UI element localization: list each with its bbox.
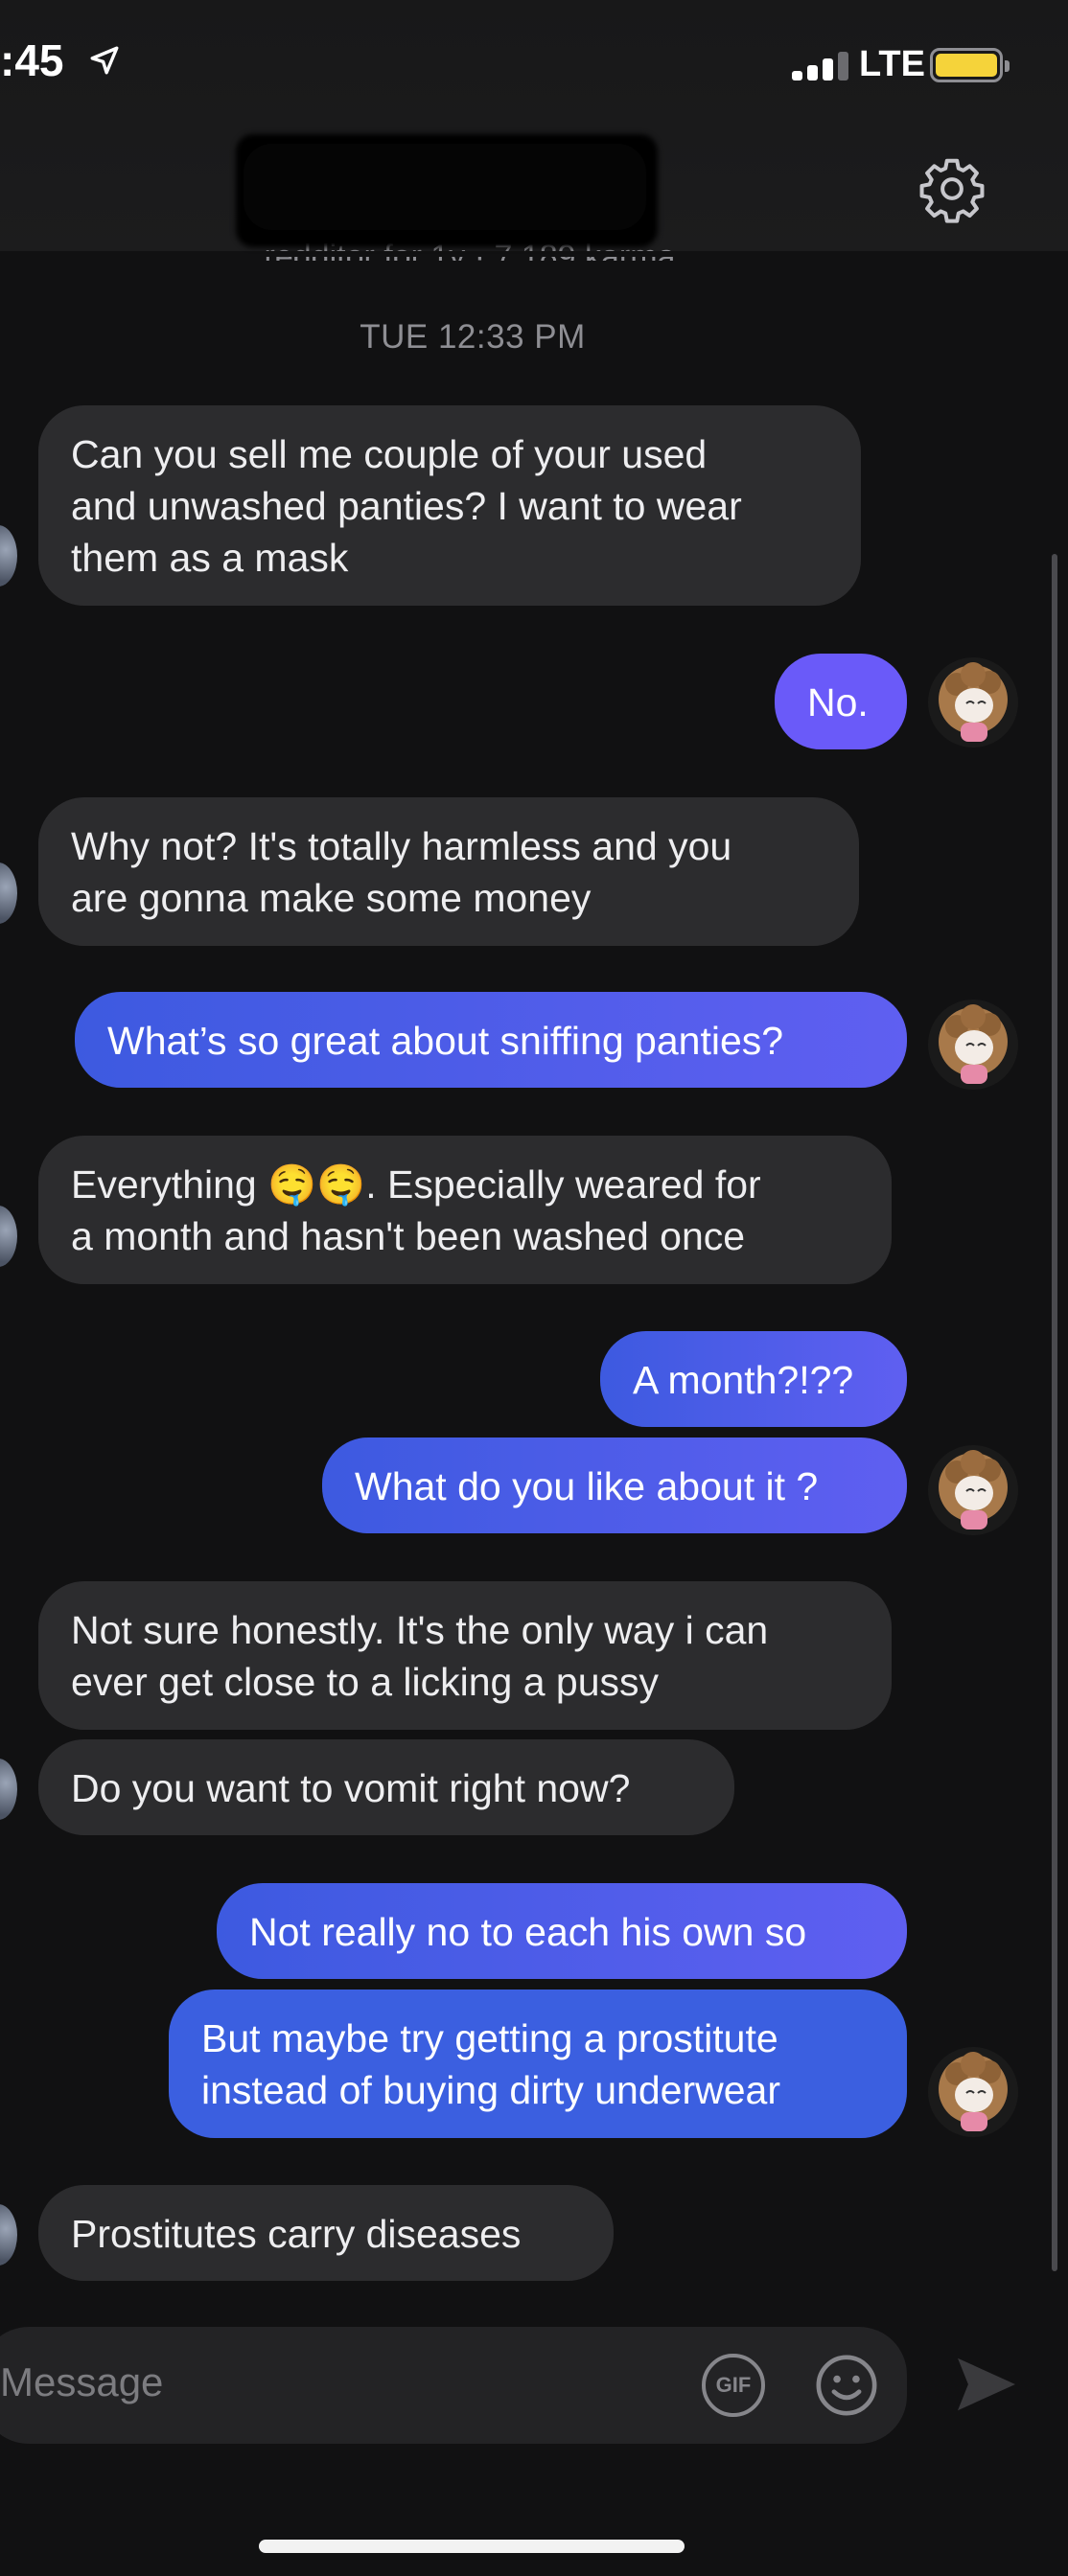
gif-button[interactable]: GIF: [702, 2354, 765, 2417]
send-icon[interactable]: [955, 2356, 1018, 2413]
status-time: :45: [0, 35, 64, 85]
message-outgoing[interactable]: But maybe try getting a prostitute inste…: [169, 1990, 907, 2138]
message-input-placeholder[interactable]: Message: [0, 2359, 163, 2405]
my-avatar[interactable]: [928, 657, 1018, 748]
message-incoming[interactable]: Not sure honestly. It's the only way i c…: [38, 1581, 892, 1730]
message-outgoing[interactable]: What’s so great about sniffing panties?: [75, 992, 907, 1088]
location-arrow-icon: [90, 46, 119, 75]
gear-icon[interactable]: [917, 153, 987, 224]
emoji-icon[interactable]: [813, 2352, 880, 2419]
scrollbar[interactable]: [1052, 554, 1057, 2271]
message-incoming[interactable]: Everything 🤤🤤. Especially weared for a m…: [38, 1136, 892, 1284]
message-incoming[interactable]: Prostitutes carry diseases: [38, 2185, 614, 2281]
signal-strength-icon: [792, 50, 849, 80]
contact-avatar[interactable]: [0, 862, 17, 924]
home-indicator: [259, 2540, 685, 2553]
message-incoming[interactable]: Can you sell me couple of your used and …: [38, 405, 861, 606]
network-type: LTE: [859, 44, 925, 84]
message-incoming[interactable]: Why not? It's totally harmless and you a…: [38, 797, 859, 946]
my-avatar[interactable]: [928, 1000, 1018, 1090]
redacted-username-core: [244, 144, 646, 230]
message-outgoing[interactable]: A month?!??: [600, 1331, 907, 1427]
header-divider: [0, 251, 1068, 257]
message-outgoing[interactable]: What do you like about it ?: [322, 1438, 907, 1533]
battery-icon: [930, 48, 1010, 82]
my-avatar[interactable]: [928, 2047, 1018, 2137]
chat-screen: redditor for 1y · 7,189 karma :45 LTE TU…: [0, 0, 1068, 2576]
contact-avatar[interactable]: [0, 2204, 17, 2266]
day-timestamp: TUE 12:33 PM: [360, 318, 586, 356]
message-incoming[interactable]: Do you want to vomit right now?: [38, 1739, 734, 1835]
contact-avatar[interactable]: [0, 1206, 17, 1267]
message-outgoing[interactable]: No.: [775, 654, 907, 749]
contact-avatar[interactable]: [0, 1759, 17, 1820]
contact-avatar[interactable]: [0, 525, 17, 586]
my-avatar[interactable]: [928, 1445, 1018, 1535]
message-outgoing[interactable]: Not really no to each his own so: [217, 1883, 907, 1979]
